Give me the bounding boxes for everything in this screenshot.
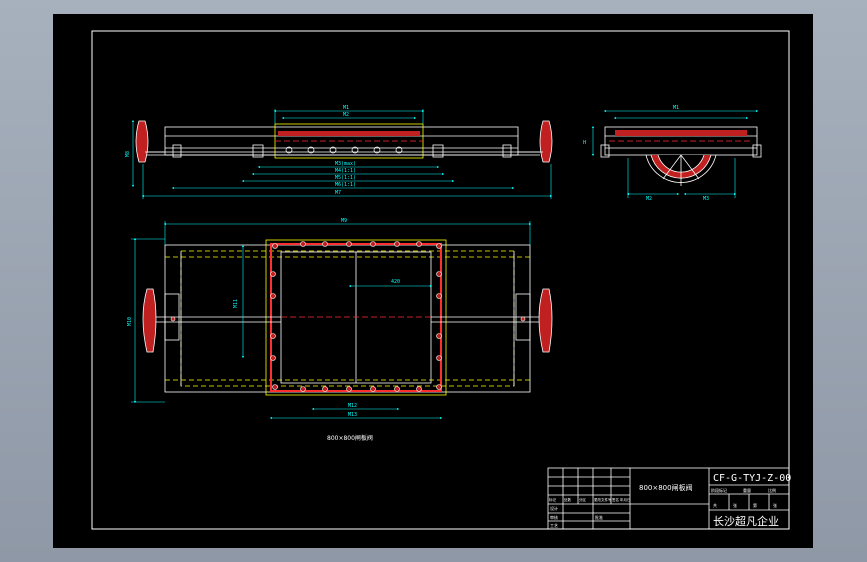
tb-small-6: 年月日 [620,497,631,502]
dim-plan-bot2: M13 [348,412,357,418]
dim-plan-c: 420 [391,279,400,285]
tb-sheet-4: 张 [773,502,777,508]
tb-small-2: 处数 [564,497,572,502]
company-name: 长沙超凡企业 [713,514,779,528]
tb-small-3: 分区 [579,497,587,502]
dim-height: M8 [125,151,131,157]
drawing-number: CF-G-TYJ-Z-00 [713,473,791,484]
dim-plan-w: M9 [341,218,347,224]
dim-top-2: M2 [343,112,349,118]
plan-view-dimensions [131,221,532,420]
tb-row-2: 审核 [550,514,558,520]
tb-small-1: 标记 [549,497,557,502]
cad-drawing: M1 M2 M3(max) M4(1:1) M5(1:1) M6(1:1) M7… [91,30,791,530]
tb-sheet-1: 共 [713,502,717,508]
dim-plan-bot1: M12 [348,403,357,409]
tb-row-3: 工艺 [550,523,558,528]
dim-side-b2: M3 [703,196,709,202]
tb-stage-3: 比例 [768,487,776,493]
dim-b1: M4(1:1) [335,168,356,174]
drawing-sheet: M1 M2 M3(max) M4(1:1) M5(1:1) M6(1:1) M7… [53,14,813,548]
title-name: 800×800闸板阀 [639,483,693,492]
front-view-caption: 800×800闸板阀 [327,434,373,442]
tb-stage-1: 阶段标记 [711,487,727,493]
side-view-dim-labels: M1 H M2 M3 [583,105,709,202]
title-block-text: 800×800闸板阀 CF-G-TYJ-Z-00 长沙超凡企业 标记 处数 分区… [549,473,791,528]
dim-b3: M6(1:1) [335,182,356,188]
dim-plan-h: M10 [127,317,133,326]
tb-stage-2: 重量 [743,487,751,493]
dim-overall: M7 [335,190,341,196]
tb-small-4: 更改文件号 [594,497,612,502]
tb-sheet-2: 张 [733,502,737,508]
tb-sheet-3: 第 [753,502,757,508]
plan-view-dim-labels: M9 M10 M11 420 M12 M13 [127,218,400,418]
tb-small-5: 签名 [612,497,619,502]
front-view-dim-labels: M1 M2 M3(max) M4(1:1) M5(1:1) M6(1:1) M7… [125,105,356,196]
dim-b2: M5(1:1) [335,175,356,181]
tb-row-1: 设计 [550,505,558,511]
dim-side-w: M1 [673,105,679,111]
dim-side-b1: M2 [646,196,652,202]
front-view [135,120,553,163]
dim-side-h: H [583,140,586,146]
plan-view [142,239,553,396]
cad-viewport[interactable]: M1 M2 M3(max) M4(1:1) M5(1:1) M6(1:1) M7… [0,0,867,562]
dim-top-1: M1 [343,105,349,111]
tb-row-4: 批准 [595,514,603,520]
dim-plan-in: M11 [233,299,239,308]
side-view [600,126,762,186]
dim-mid: M3(max) [335,161,356,167]
side-view-dimensions [591,109,759,198]
